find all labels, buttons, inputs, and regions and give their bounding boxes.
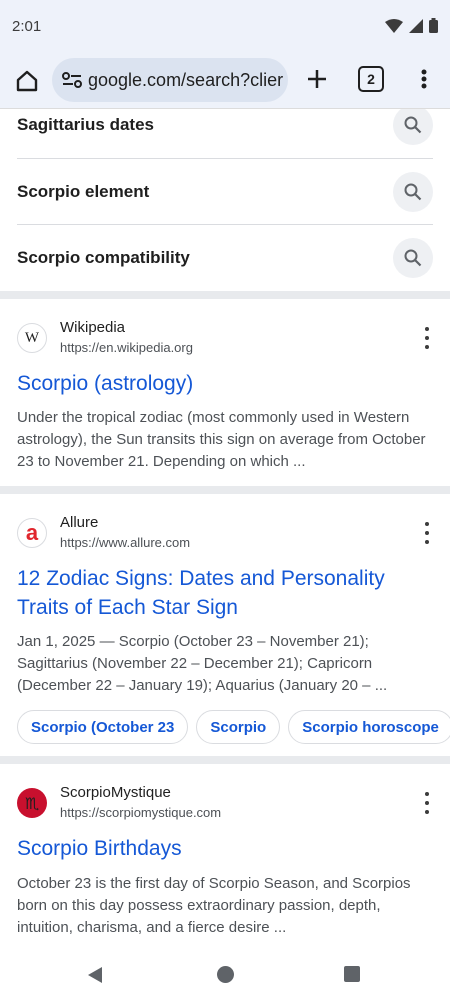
related-search-button[interactable]: [393, 238, 433, 278]
result-snippet: October 23 is the first day of Scorpio S…: [17, 875, 411, 936]
home-icon: [16, 70, 38, 92]
related-search-label: Scorpio compatibility: [17, 248, 190, 267]
source-name: Wikipedia: [60, 319, 126, 336]
search-result: W Wikipedia https://en.wikipedia.org Sco…: [0, 319, 450, 484]
search-results: Sagittarius dates Scorpio element Scorpi…: [0, 108, 450, 950]
result-snippet: Under the tropical zodiac (most commonly…: [17, 409, 426, 470]
new-tab-button[interactable]: [302, 64, 332, 94]
search-result: ♏ ScorpioMystique https://scorpiomystiqu…: [0, 784, 450, 950]
result-title-link[interactable]: Scorpio Birthdays: [17, 834, 433, 863]
allure-favicon: a: [17, 518, 47, 548]
home-button[interactable]: [12, 66, 42, 96]
status-icons: [385, 18, 438, 33]
plus-icon: [308, 70, 326, 88]
site-settings-icon: [62, 72, 82, 88]
related-search-label: Sagittarius dates: [17, 115, 154, 134]
more-vert-icon: [421, 69, 427, 89]
result-title-link[interactable]: Scorpio (astrology): [17, 369, 433, 398]
chip[interactable]: Scorpio (October 23: [17, 710, 189, 744]
related-search-label: Scorpio element: [17, 182, 150, 201]
status-time: 2:01: [12, 18, 42, 35]
result-source[interactable]: a Allure https://www.allure.com: [17, 514, 433, 554]
result-chips: Scorpio (October 23 Scorpio Scorpio horo…: [17, 710, 450, 744]
related-search-item[interactable]: Sagittarius dates: [17, 109, 433, 158]
source-name: ScorpioMystique: [60, 784, 171, 801]
tab-switcher-button[interactable]: 2: [358, 66, 384, 92]
section-separator: [0, 291, 450, 299]
search-result: a Allure https://www.allure.com 12 Zodia…: [0, 514, 450, 754]
source-url: https://en.wikipedia.org: [60, 340, 193, 355]
url-text: google.com/search?clier: [88, 69, 284, 90]
result-snippet: Jan 1, 2025 — Scorpio (October 23 – Nove…: [17, 633, 388, 694]
result-title-link[interactable]: 12 Zodiac Signs: Dates and Personality T…: [17, 564, 433, 622]
related-search-button[interactable]: [393, 109, 433, 145]
search-icon: [404, 116, 422, 134]
wifi-icon: [385, 18, 403, 33]
result-source[interactable]: W Wikipedia https://en.wikipedia.org: [17, 319, 433, 359]
related-search-item[interactable]: Scorpio element: [17, 159, 433, 225]
browser-toolbar: google.com/search?clier 2: [0, 56, 450, 108]
search-icon: [404, 249, 422, 267]
source-url: https://www.allure.com: [60, 535, 191, 550]
more-options-button[interactable]: [421, 327, 433, 349]
address-bar[interactable]: google.com/search?clier: [52, 58, 288, 102]
scorpio-favicon: ♏: [17, 788, 47, 818]
related-search-item[interactable]: Scorpio compatibility: [17, 225, 433, 291]
chip[interactable]: Scorpio: [196, 710, 281, 744]
related-search-button[interactable]: [393, 172, 433, 212]
browser-menu-button[interactable]: [412, 64, 436, 94]
more-options-button[interactable]: [421, 792, 433, 814]
search-icon: [404, 183, 422, 201]
status-bar: 2:01: [0, 0, 450, 56]
more-options-button[interactable]: [421, 522, 433, 544]
signal-icon: [409, 18, 423, 33]
recents-icon[interactable]: [344, 966, 360, 982]
back-icon[interactable]: [86, 966, 104, 984]
wikipedia-favicon: W: [17, 323, 47, 353]
section-separator: [0, 486, 450, 494]
source-url: https://scorpiomystique.com: [60, 805, 222, 820]
chip[interactable]: Scorpio horoscope: [288, 710, 450, 744]
system-nav-bar: [0, 950, 450, 1000]
battery-icon: [429, 18, 438, 33]
section-separator: [0, 756, 450, 764]
home-nav-icon[interactable]: [217, 966, 234, 983]
result-source[interactable]: ♏ ScorpioMystique https://scorpiomystiqu…: [17, 784, 433, 824]
source-name: Allure: [60, 514, 99, 531]
